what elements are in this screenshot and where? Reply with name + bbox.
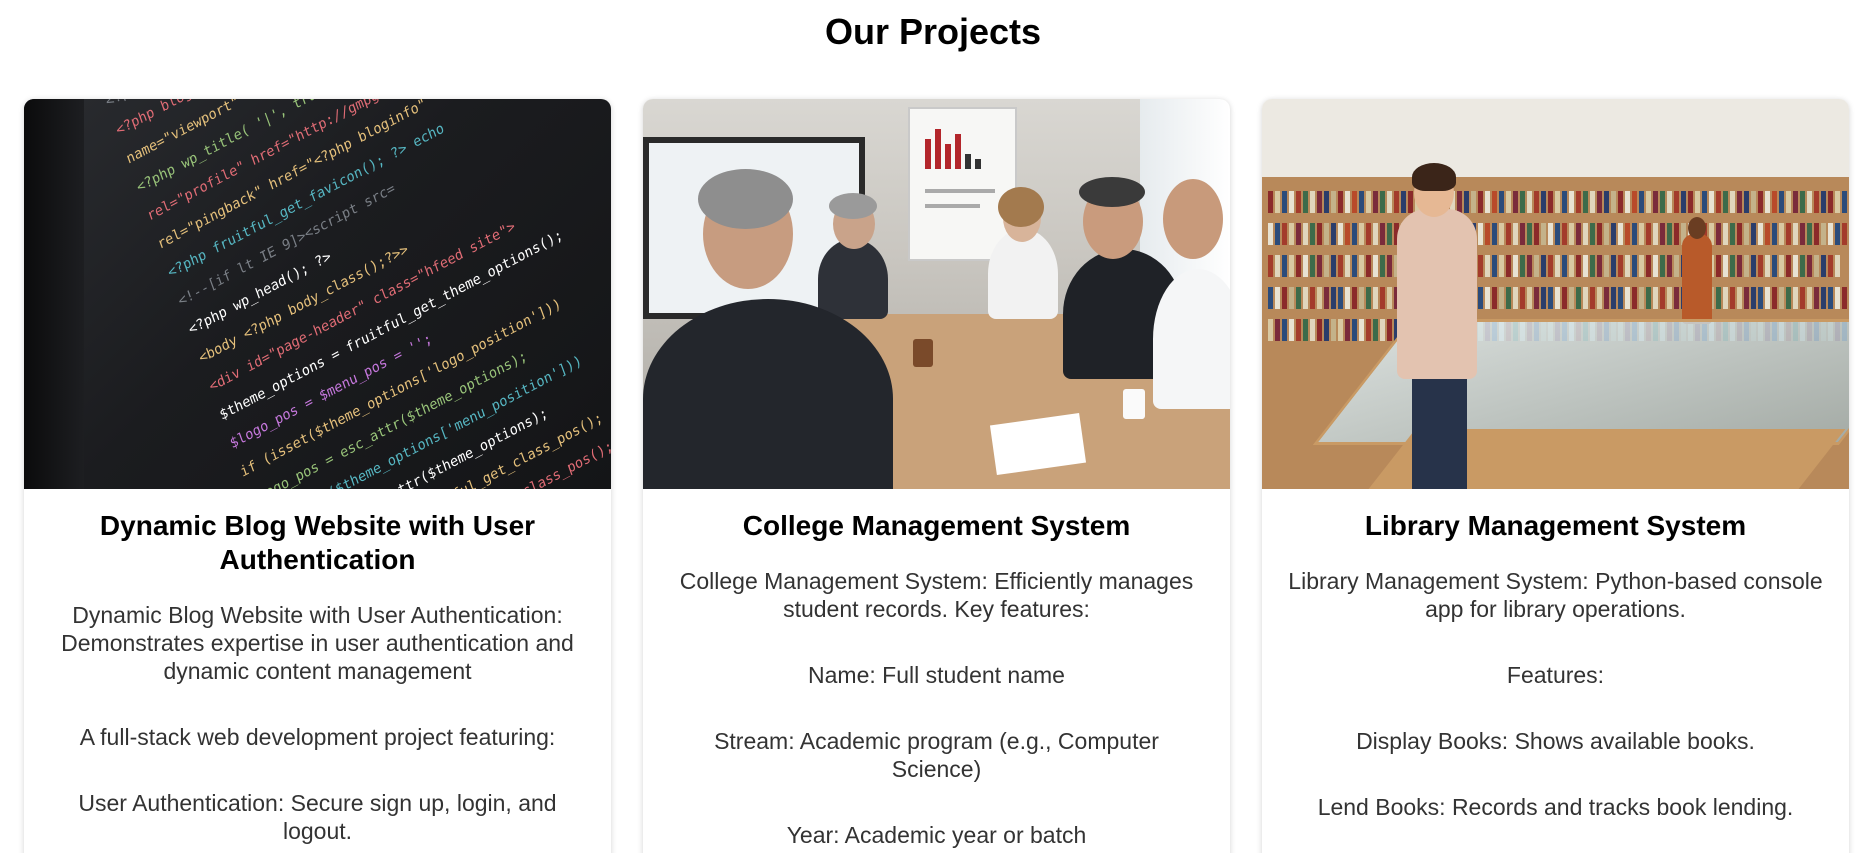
project-card[interactable]: Library Management System Library Manage… (1262, 99, 1849, 853)
project-card[interactable]: <?php language_attributes(); ?> <?php bl… (24, 99, 611, 853)
project-paragraph: Lend Books: Records and tracks book lend… (1317, 794, 1794, 820)
project-description: Library Management System: Python-based … (1288, 568, 1823, 622)
project-paragraph: User Authentication: Secure sign up, log… (78, 790, 557, 844)
project-paragraph: Year: Academic year or batch (786, 822, 1087, 848)
project-card-body: Library Management System Library Manage… (1262, 489, 1849, 821)
project-image-code: <?php language_attributes(); ?> <?php bl… (24, 99, 611, 489)
project-description: College Management System: Efficiently m… (679, 568, 1194, 622)
project-card-body: Dynamic Blog Website with User Authentic… (24, 489, 611, 845)
projects-section: Our Projects <?php language_attributes()… (0, 0, 1866, 853)
project-paragraph: Name: Full student name (808, 662, 1065, 688)
project-title: College Management System (742, 510, 1131, 541)
project-description: Dynamic Blog Website with User Authentic… (61, 602, 574, 684)
project-image-meeting (643, 99, 1230, 489)
project-card[interactable]: College Management System College Manage… (643, 99, 1230, 853)
project-image-library (1262, 99, 1849, 489)
project-card-body: College Management System College Manage… (643, 489, 1230, 849)
project-title: Library Management System (1364, 510, 1747, 541)
project-title: Dynamic Blog Website with User Authentic… (99, 510, 536, 575)
project-paragraph: A full-stack web development project fea… (79, 724, 556, 750)
section-title: Our Projects (824, 11, 1042, 52)
project-paragraph: Display Books: Shows available books. (1356, 728, 1755, 754)
project-paragraph: Stream: Academic program (e.g., Computer… (714, 728, 1159, 782)
project-paragraph: Features: (1506, 662, 1605, 688)
